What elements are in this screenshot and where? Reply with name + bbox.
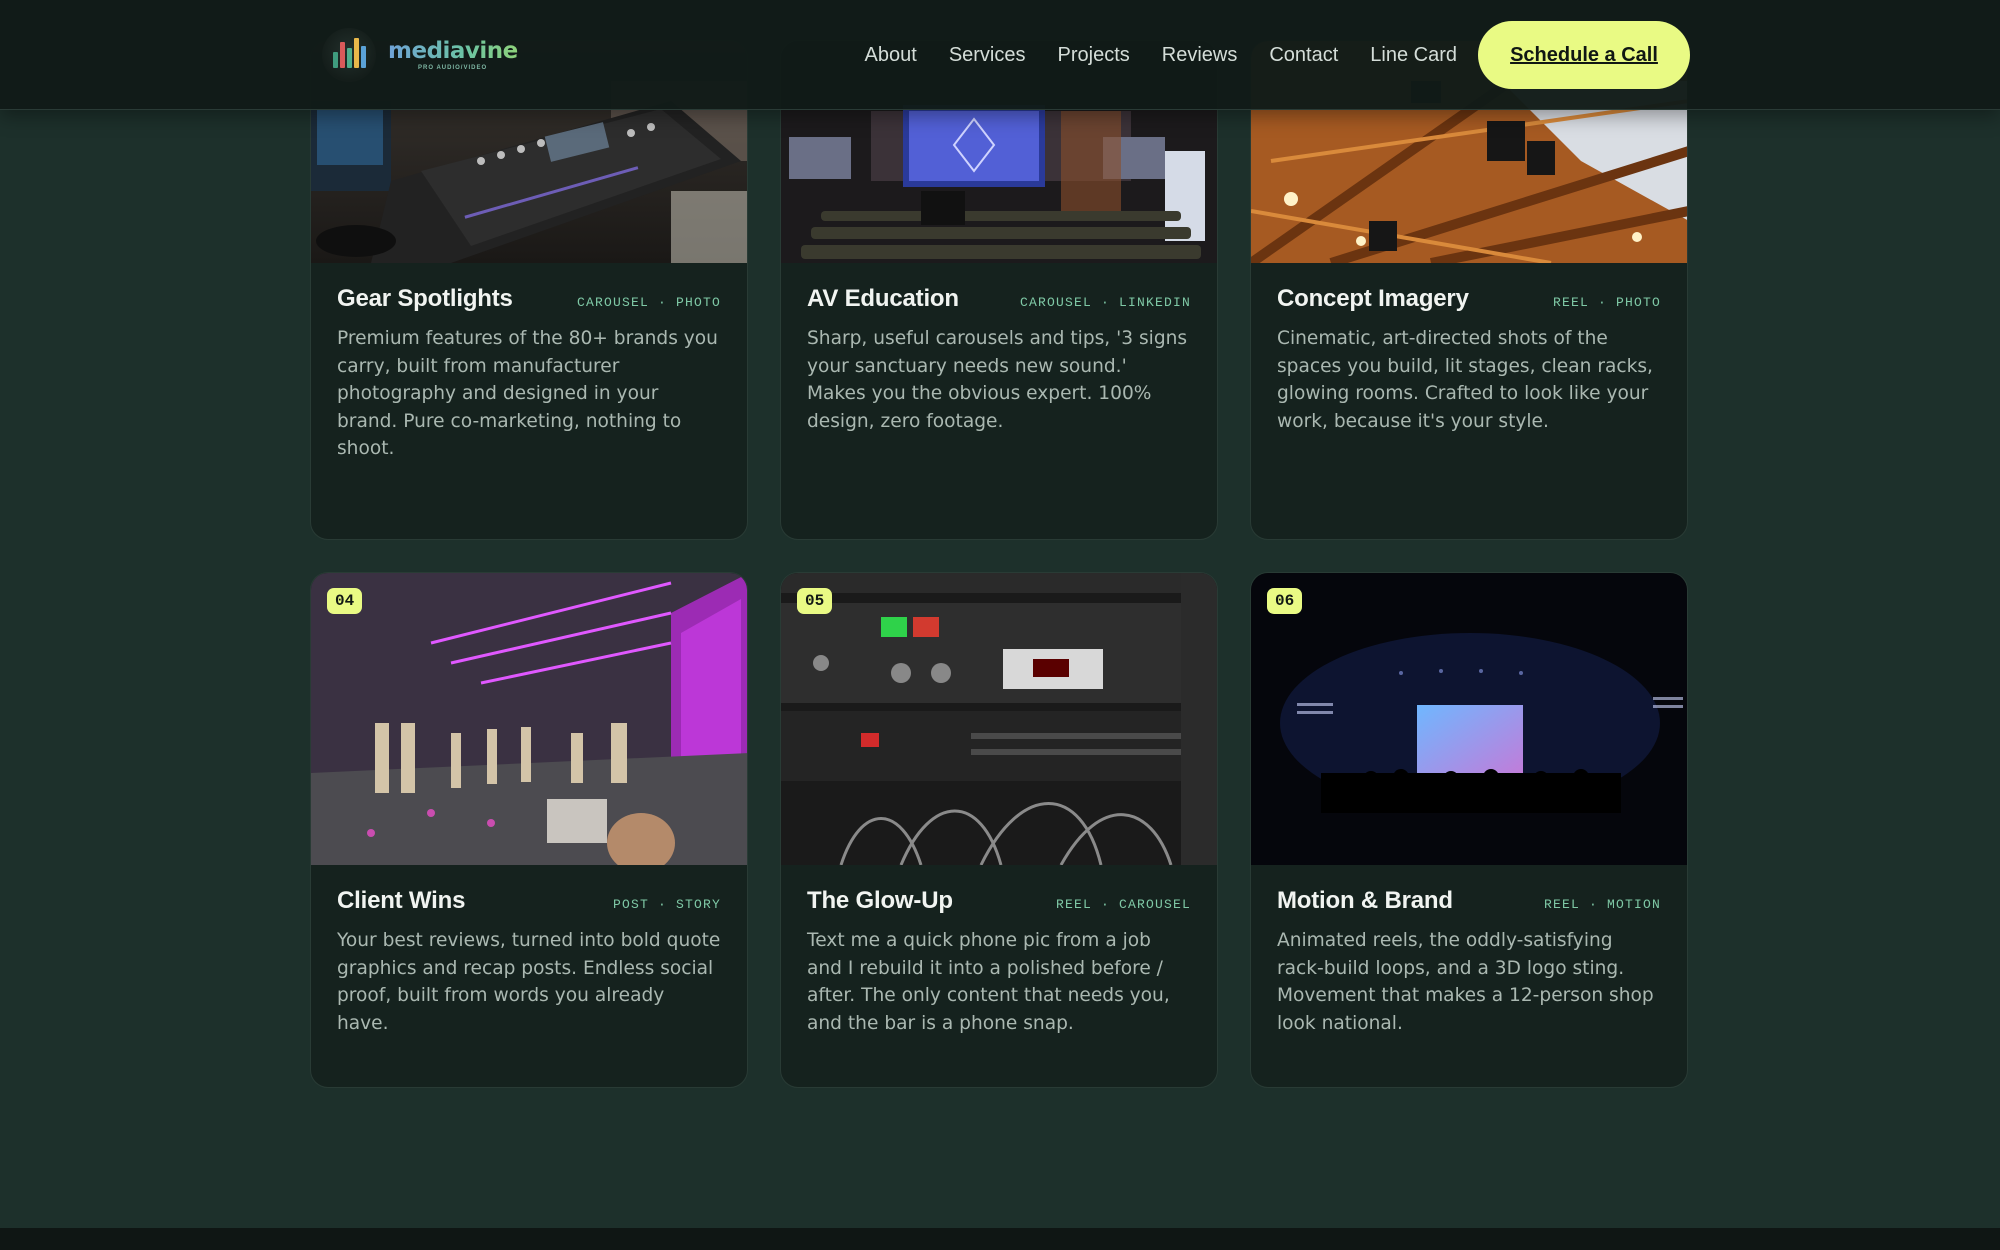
card-gear-spotlights[interactable]: Gear Spotlights CAROUSEL · PHOTO Premium…: [310, 40, 748, 540]
nav-projects[interactable]: Projects: [1058, 44, 1130, 67]
schedule-call-button[interactable]: Schedule a Call: [1478, 21, 1690, 89]
worship-band-stage-photo: 04: [311, 573, 747, 865]
card-tags: REEL · MOTION: [1543, 897, 1661, 912]
card-client-wins[interactable]: 04 Client Wins POST · STORY Your best re…: [310, 572, 748, 1088]
card-motion-and-brand[interactable]: 06 Motion & Brand REEL · MOTION Animated…: [1250, 572, 1688, 1088]
card-description: Text me a quick phone pic from a job and…: [807, 930, 1170, 1034]
card-concept-imagery[interactable]: Concept Imagery REEL · PHOTO Cinematic, …: [1250, 40, 1688, 540]
card-tags: CAROUSEL · PHOTO: [576, 295, 721, 310]
card-title: Gear Spotlights: [337, 285, 513, 312]
equipment-rack-photo: 05: [781, 573, 1217, 865]
card-title: AV Education: [807, 285, 959, 312]
card-description: Premium features of the 80+ brands you c…: [337, 328, 718, 459]
card-description: Cinematic, art-directed shots of the spa…: [1277, 328, 1653, 432]
card-description: Your best reviews, turned into bold quot…: [337, 930, 721, 1034]
card-title: Concept Imagery: [1277, 285, 1469, 312]
nav-services[interactable]: Services: [949, 44, 1026, 67]
nav-contact[interactable]: Contact: [1269, 44, 1338, 67]
card-number-badge: 04: [327, 588, 363, 614]
card-the-glow-up[interactable]: 05 The Glow-Up REEL · CAROUSEL Text me a…: [780, 572, 1218, 1088]
site-header: mediavine PRO AUDIO/VIDEO About Services…: [0, 0, 2000, 110]
nav-about[interactable]: About: [865, 44, 917, 67]
card-tags: REEL · CAROUSEL: [1055, 897, 1191, 912]
card-description: Sharp, useful carousels and tips, '3 sig…: [807, 328, 1188, 432]
card-tags: CAROUSEL · LINKEDIN: [1019, 295, 1191, 310]
nav-reviews[interactable]: Reviews: [1162, 44, 1238, 67]
card-av-education[interactable]: AV Education CAROUSEL · LINKEDIN Sharp, …: [780, 40, 1218, 540]
main-nav: About Services Projects Reviews Contact …: [865, 0, 1457, 110]
card-number-badge: 05: [797, 588, 833, 614]
card-title: Motion & Brand: [1277, 887, 1453, 914]
nav-line-card[interactable]: Line Card: [1370, 44, 1457, 67]
logo-subtitle: PRO AUDIO/VIDEO: [418, 64, 488, 71]
dark-stage-screen-photo: 06: [1251, 573, 1687, 865]
card-number-badge: 06: [1267, 588, 1303, 614]
logo-name: mediavine: [388, 37, 518, 64]
equalizer-logo-icon: [322, 28, 376, 82]
card-title: Client Wins: [337, 887, 466, 914]
card-title: The Glow-Up: [807, 887, 953, 914]
card-tags: POST · STORY: [612, 897, 721, 912]
site-logo[interactable]: mediavine PRO AUDIO/VIDEO: [322, 28, 518, 82]
card-description: Animated reels, the oddly-satisfying rac…: [1277, 930, 1654, 1034]
footer-edge: [0, 1228, 2000, 1250]
card-tags: REEL · PHOTO: [1552, 295, 1661, 310]
